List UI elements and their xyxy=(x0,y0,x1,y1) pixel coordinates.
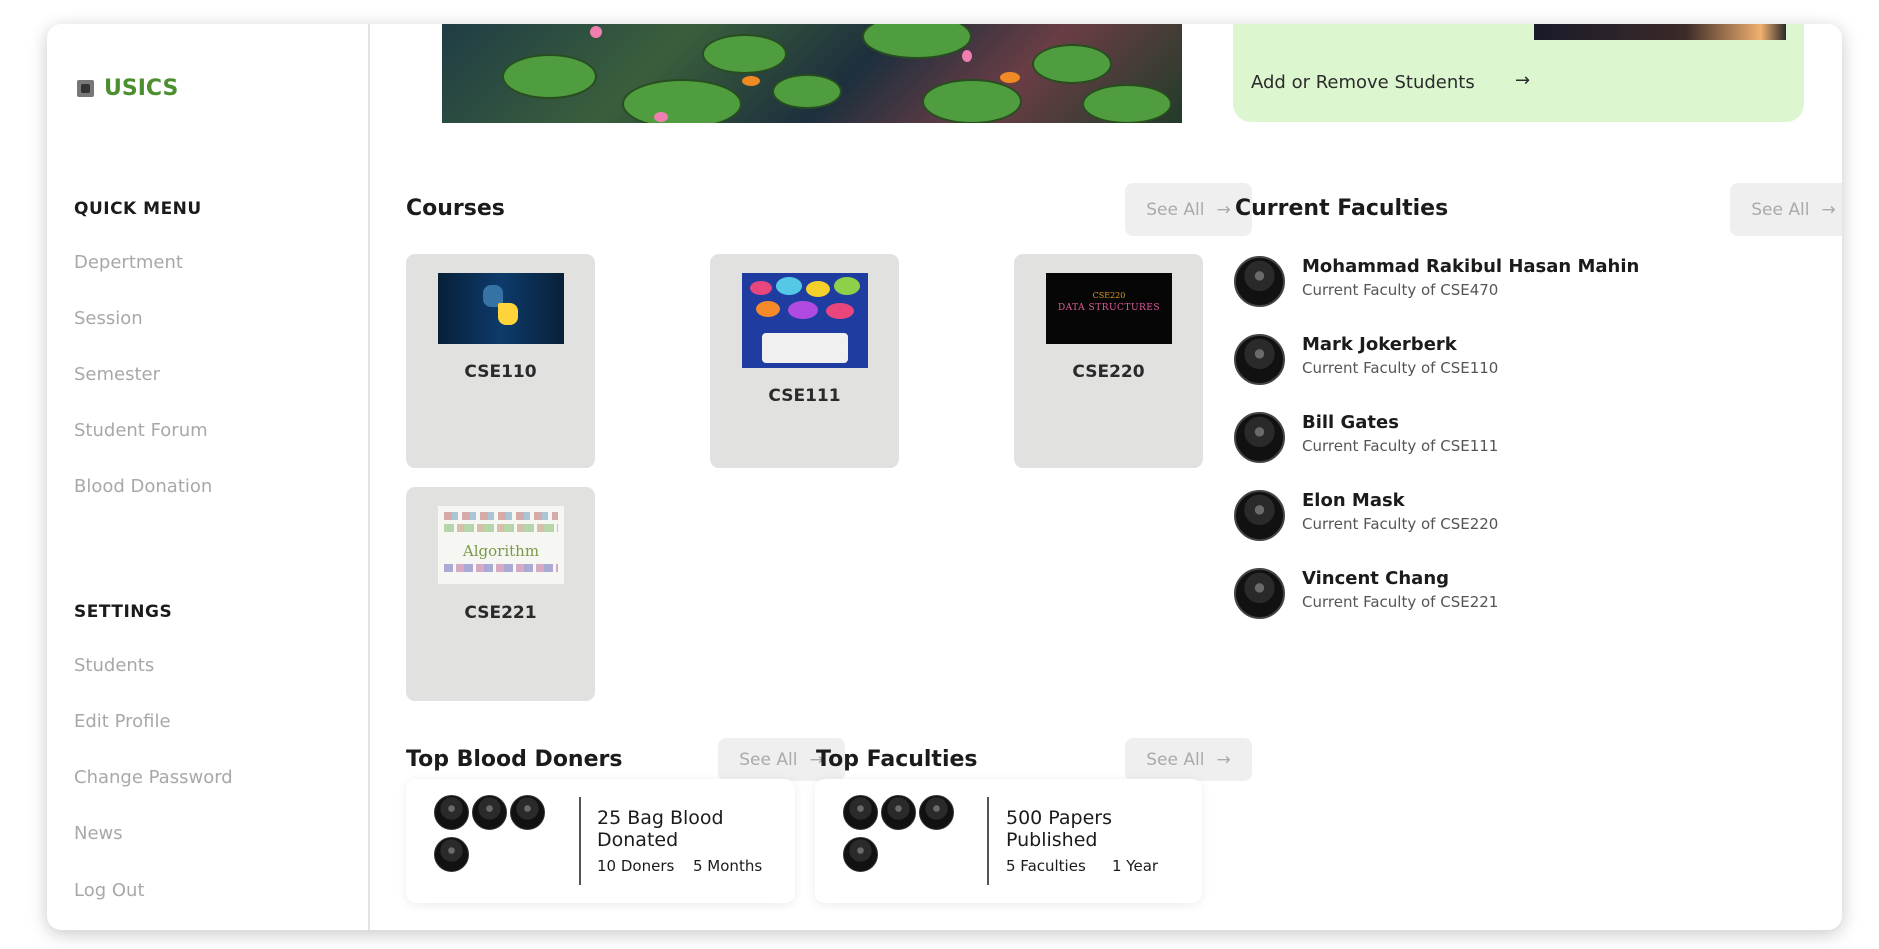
sidebar: USICS QUICK MENU Depertment Session Seme… xyxy=(47,24,370,930)
doners-count: 10 Doners xyxy=(597,857,675,875)
blood-donated-headline: 25 Bag Blood Donated xyxy=(597,807,724,851)
arrow-right-icon: → xyxy=(1821,199,1836,220)
faculty-role: Current Faculty of CSE470 xyxy=(1302,281,1499,299)
see-all-label: See All xyxy=(1146,749,1205,770)
brand-logo[interactable]: USICS xyxy=(77,76,178,101)
sidebar-item-session[interactable]: Session xyxy=(74,308,143,329)
faculty-name: Vincent Chang xyxy=(1302,568,1450,589)
data-structures-icon: CSE220 DATA STRUCTURES xyxy=(1046,273,1172,344)
app-window: USICS QUICK MENU Depertment Session Seme… xyxy=(47,24,1842,930)
avatar xyxy=(1234,568,1285,619)
faculty-name: Mohammad Rakibul Hasan Mahin xyxy=(1302,256,1640,277)
brand-name: USICS xyxy=(104,76,179,101)
course-code: CSE220 xyxy=(1072,362,1145,382)
courses-see-all-button[interactable]: See All → xyxy=(1125,183,1252,236)
avatar xyxy=(843,837,878,872)
top-blood-doners-title: Top Blood Doners xyxy=(406,747,623,772)
see-all-label: See All xyxy=(1146,199,1205,220)
course-card-cse220[interactable]: CSE220 DATA STRUCTURES CSE220 xyxy=(1014,254,1203,468)
sidebar-item-news[interactable]: News xyxy=(74,823,123,844)
faculty-name: Bill Gates xyxy=(1302,412,1399,433)
avatar xyxy=(510,795,545,830)
avatar xyxy=(434,837,469,872)
faculty-role: Current Faculty of CSE110 xyxy=(1302,359,1499,377)
faculty-item[interactable]: Bill Gates Current Faculty of CSE111 xyxy=(1234,412,1498,463)
sidebar-item-change-password[interactable]: Change Password xyxy=(74,767,233,788)
see-all-label: See All xyxy=(739,749,798,770)
faculty-item[interactable]: Mark Jokerberk Current Faculty of CSE110 xyxy=(1234,334,1498,385)
logo-icon xyxy=(77,80,94,97)
algorithm-wordcloud-icon: Algorithm xyxy=(438,506,564,584)
sidebar-item-students[interactable]: Students xyxy=(74,655,154,676)
course-code: CSE110 xyxy=(464,362,537,382)
quick-menu-heading: QUICK MENU xyxy=(74,199,202,219)
python-icon xyxy=(438,273,564,344)
add-remove-students-link[interactable]: Add or Remove Students xyxy=(1251,72,1475,93)
avatar xyxy=(472,795,507,830)
arrow-right-icon: → xyxy=(1216,749,1231,770)
faculties-duration: 1 Year xyxy=(1112,857,1159,875)
course-code: CSE221 xyxy=(464,603,537,623)
courses-title: Courses xyxy=(406,196,505,221)
settings-heading: SETTINGS xyxy=(74,602,173,622)
papers-published-headline: 500 Papers Published xyxy=(1006,807,1113,851)
see-all-label: See All xyxy=(1751,199,1810,220)
faculty-role: Current Faculty of CSE111 xyxy=(1302,437,1499,455)
faculty-name: Elon Mask xyxy=(1302,490,1405,511)
sidebar-item-student-forum[interactable]: Student Forum xyxy=(74,420,208,441)
faculty-role: Current Faculty of CSE220 xyxy=(1302,515,1499,533)
top-faculties-title: Top Faculties xyxy=(816,747,978,772)
sidebar-item-semester[interactable]: Semester xyxy=(74,364,160,385)
avatar xyxy=(1234,490,1285,541)
divider xyxy=(579,797,581,885)
avatar xyxy=(1234,412,1285,463)
sidebar-item-edit-profile[interactable]: Edit Profile xyxy=(74,711,171,732)
avatar xyxy=(1234,256,1285,307)
main-content: Add or Remove Students → Courses See All… xyxy=(372,24,1842,930)
course-code: CSE111 xyxy=(768,386,841,406)
faculty-item[interactable]: Elon Mask Current Faculty of CSE220 xyxy=(1234,490,1498,541)
arrow-right-icon[interactable]: → xyxy=(1515,70,1530,91)
course-card-cse110[interactable]: CSE110 xyxy=(406,254,595,468)
faculty-role: Current Faculty of CSE221 xyxy=(1302,593,1499,611)
avatar xyxy=(881,795,916,830)
sidebar-item-blood-donation[interactable]: Blood Donation xyxy=(74,476,212,497)
top-faculties-see-all-button[interactable]: See All → xyxy=(1125,738,1252,781)
doners-duration: 5 Months xyxy=(693,857,763,875)
avatar xyxy=(843,795,878,830)
arrow-right-icon: → xyxy=(1216,199,1231,220)
faculties-see-all-button[interactable]: See All → xyxy=(1730,183,1842,236)
course-card-cse111[interactable]: CSE111 xyxy=(710,254,899,468)
sidebar-item-log-out[interactable]: Log Out xyxy=(74,880,145,901)
avatar xyxy=(434,795,469,830)
faculty-name: Mark Jokerberk xyxy=(1302,334,1457,355)
top-faculties-card[interactable]: 500 Papers Published 5 Faculties 1 Year xyxy=(815,779,1202,903)
faculty-item[interactable]: Mohammad Rakibul Hasan Mahin Current Fac… xyxy=(1234,256,1639,307)
programming-languages-icon xyxy=(742,273,868,368)
sidebar-item-department[interactable]: Depertment xyxy=(74,252,183,273)
promo-image xyxy=(1534,24,1786,40)
manage-students-card[interactable]: Add or Remove Students → xyxy=(1233,24,1804,122)
current-faculties-title: Current Faculties xyxy=(1235,196,1449,221)
faculty-item[interactable]: Vincent Chang Current Faculty of CSE221 xyxy=(1234,568,1498,619)
avatar xyxy=(919,795,954,830)
course-card-cse221[interactable]: Algorithm CSE221 xyxy=(406,487,595,701)
faculties-count: 5 Faculties xyxy=(1006,857,1086,875)
banner-image xyxy=(442,24,1182,123)
blood-doners-card[interactable]: 25 Bag Blood Donated 10 Doners 5 Months xyxy=(406,779,795,903)
avatar xyxy=(1234,334,1285,385)
divider xyxy=(987,797,989,885)
